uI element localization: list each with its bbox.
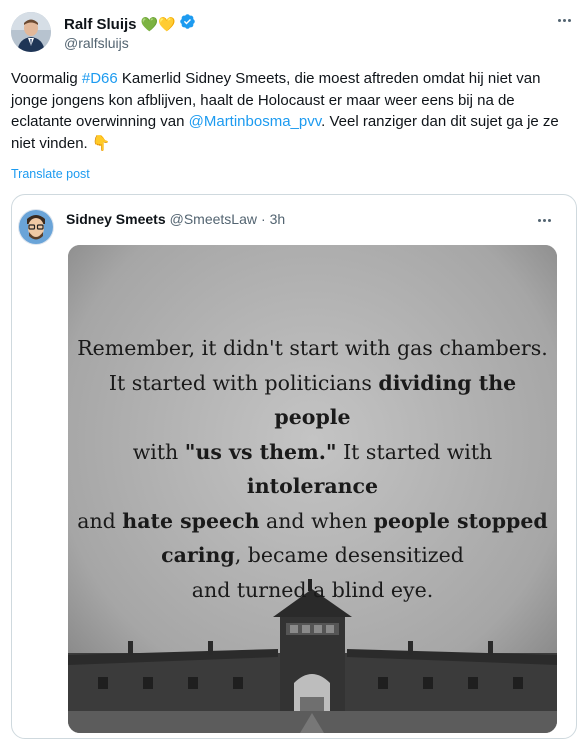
quoted-author-avatar[interactable] (18, 209, 54, 245)
caption-line: It started with politicians dividing the… (68, 366, 557, 435)
caption-text: and (77, 508, 123, 533)
caption-emphasis: "us vs them." (184, 439, 337, 464)
caption-emphasis: hate speech (122, 508, 260, 533)
caption-text: It started with (336, 439, 493, 464)
author-name-row: Ralf Sluijs 💚💛 (64, 13, 196, 35)
author-name-emoji: 💚💛 (140, 16, 176, 32)
post-text: Voormalig #D66 Kamerlid Sidney Smeets, d… (11, 68, 576, 154)
caption-text: and when (259, 508, 374, 533)
hashtag-link[interactable]: #D66 (82, 70, 118, 87)
quoted-post-timestamp[interactable]: 3h (270, 211, 286, 227)
author-avatar[interactable] (11, 12, 51, 52)
quoted-post-card[interactable]: Sidney Smeets @SmeetsLaw · 3h Remember, … (11, 194, 577, 739)
verified-badge-icon (179, 13, 196, 35)
post-text-segment: Voormalig (11, 70, 82, 87)
caption-line: with "us vs them." It started with intol… (68, 435, 557, 504)
caption-line: Remember, it didn't start with gas chamb… (68, 331, 557, 366)
caption-emphasis: people stopped (373, 508, 548, 533)
translate-post-link[interactable]: Translate post (11, 167, 90, 181)
mention-link[interactable]: @Martinbosma_pvv (189, 113, 322, 130)
pointing-down-emoji: 👇 (91, 134, 111, 152)
caption-text: It started with politicians (108, 370, 379, 395)
caption-line: and hate speech and when people stopped (68, 504, 557, 539)
caption-text: and turned a blind eye. (191, 577, 434, 602)
quoted-post-image[interactable]: Remember, it didn't start with gas chamb… (68, 245, 557, 733)
quoted-post-more-options-icon[interactable] (538, 217, 554, 223)
caption-text: Remember, it didn't start with gas chamb… (77, 336, 548, 360)
caption-line: caring, became desensitized (68, 538, 557, 573)
caption-emphasis: caring (161, 543, 235, 567)
separator-dot: · (260, 211, 266, 227)
caption-text: , became desensitized (234, 543, 464, 567)
author-name[interactable]: Ralf Sluijs (64, 16, 137, 33)
quoted-author-handle[interactable]: @SmeetsLaw (170, 211, 257, 227)
author-handle[interactable]: @ralfsluijs (64, 35, 129, 51)
quoted-author-name[interactable]: Sidney Smeets (66, 211, 166, 227)
caption-text: with (132, 439, 185, 464)
caption-emphasis: intolerance (246, 474, 379, 498)
caption-line: and turned a blind eye. (68, 573, 557, 608)
quoted-post-header: Sidney Smeets @SmeetsLaw · 3h (66, 211, 285, 227)
image-caption-text: Remember, it didn't start with gas chamb… (68, 331, 557, 607)
post-more-options-icon[interactable] (553, 12, 575, 28)
